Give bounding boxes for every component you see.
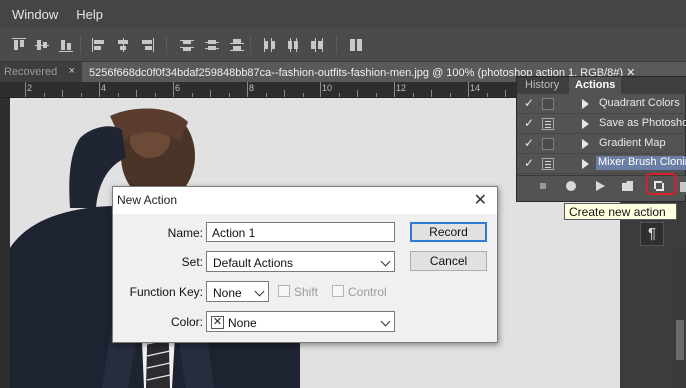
color-dropdown[interactable]: ✕ None xyxy=(206,311,395,332)
ruler-label: 10 xyxy=(322,83,333,93)
distribute-horizontal-centers-icon[interactable] xyxy=(286,38,300,52)
dialog-toggle-box[interactable] xyxy=(542,138,554,150)
function-key-dropdown[interactable]: None xyxy=(206,281,269,302)
new-action-dialog: New Action ✕ Name: Action 1 Set: Default… xyxy=(112,186,498,343)
action-label: Gradient Map xyxy=(599,137,666,149)
close-tab-icon[interactable]: × xyxy=(69,65,75,77)
folder-icon[interactable] xyxy=(622,180,634,192)
ruler-label: 12 xyxy=(396,83,407,93)
record-icon[interactable] xyxy=(565,180,577,192)
scrollbar-thumb[interactable] xyxy=(676,320,684,360)
options-bar xyxy=(0,28,686,62)
action-label: Quadrant Colors xyxy=(599,97,680,109)
menu-window[interactable]: Window xyxy=(0,7,67,22)
chevron-down-icon xyxy=(380,256,391,267)
dialog-toggle-box[interactable] xyxy=(542,98,554,110)
auto-align-layers-icon[interactable] xyxy=(349,38,363,52)
highlight-ring xyxy=(646,173,677,195)
tab-history[interactable]: History xyxy=(519,77,565,94)
color-label: Color: xyxy=(170,315,203,329)
distribute-left-edges-icon[interactable] xyxy=(262,38,276,52)
set-label: Set: xyxy=(181,255,203,269)
distribute-bottom-edges-icon[interactable] xyxy=(230,38,244,52)
ruler-label: 4 xyxy=(101,83,107,93)
play-icon[interactable] xyxy=(594,180,606,192)
close-icon[interactable]: ✕ xyxy=(474,190,487,210)
dialog-toggle-icon[interactable] xyxy=(542,158,554,170)
align-left-edges-icon[interactable] xyxy=(92,38,106,52)
dialog-title-bar[interactable]: New Action ✕ xyxy=(113,187,497,214)
name-field[interactable]: Action 1 xyxy=(206,222,395,242)
record-button[interactable]: Record xyxy=(410,222,487,242)
expand-arrow-icon[interactable] xyxy=(582,139,589,149)
vertical-ruler xyxy=(0,98,10,388)
action-label: Save as Photoshop xyxy=(599,117,686,129)
ruler-label: 8 xyxy=(249,83,255,93)
distribute-top-edges-icon[interactable] xyxy=(180,38,194,52)
panel-tab-bar: History Actions xyxy=(517,77,686,94)
color-value: None xyxy=(228,316,257,330)
action-row-selected[interactable]: ✓ Mixer Brush Cloning xyxy=(517,154,686,174)
checkmark-icon[interactable]: ✓ xyxy=(524,116,536,130)
document-tab-label: Recovered xyxy=(4,66,58,78)
chevron-down-icon xyxy=(380,316,391,327)
ruler-label: 14 xyxy=(470,83,481,93)
control-label: Control xyxy=(348,285,387,299)
align-top-edges-icon[interactable] xyxy=(12,38,26,52)
chevron-down-icon xyxy=(254,286,265,297)
menu-help[interactable]: Help xyxy=(67,7,112,22)
paragraph-panel-icon[interactable]: ¶ xyxy=(640,222,664,246)
checkmark-icon[interactable]: ✓ xyxy=(524,96,536,110)
no-color-swatch-icon: ✕ xyxy=(211,316,224,329)
panel-scrollbar[interactable] xyxy=(674,250,686,388)
expand-arrow-icon[interactable] xyxy=(582,119,589,129)
align-right-edges-icon[interactable] xyxy=(140,38,154,52)
action-row[interactable]: ✓ Save as Photoshop xyxy=(517,114,686,134)
distribute-vertical-centers-icon[interactable] xyxy=(205,38,219,52)
trash-icon[interactable] xyxy=(679,180,686,192)
align-horizontal-centers-icon[interactable] xyxy=(116,38,130,52)
expand-arrow-icon[interactable] xyxy=(582,99,589,109)
menu-bar: Window Help xyxy=(0,0,686,28)
function-key-label: Function Key: xyxy=(129,285,203,299)
tab-actions[interactable]: Actions xyxy=(569,77,622,94)
set-value: Default Actions xyxy=(213,256,294,270)
cancel-button[interactable]: Cancel xyxy=(410,251,487,271)
checkmark-icon[interactable]: ✓ xyxy=(524,136,536,150)
action-label: Mixer Brush Cloning xyxy=(596,156,686,170)
stop-icon[interactable] xyxy=(537,180,549,192)
checkmark-icon[interactable]: ✓ xyxy=(524,156,536,170)
action-row[interactable]: ✓ Gradient Map xyxy=(517,134,686,154)
distribute-right-edges-icon[interactable] xyxy=(310,38,324,52)
shift-label: Shift xyxy=(294,285,319,299)
function-key-value: None xyxy=(213,286,242,300)
set-dropdown[interactable]: Default Actions xyxy=(206,251,395,272)
expand-arrow-icon[interactable] xyxy=(582,159,589,169)
document-tab-recovered[interactable]: Recovered × xyxy=(0,62,82,82)
ruler-label: 2 xyxy=(27,83,33,93)
action-row[interactable]: ✓ Quadrant Colors xyxy=(517,94,686,114)
shift-checkbox[interactable] xyxy=(278,285,290,297)
control-checkbox[interactable] xyxy=(332,285,344,297)
align-bottom-edges-icon[interactable] xyxy=(59,38,73,52)
dialog-toggle-icon[interactable] xyxy=(542,118,554,130)
ruler-label: 6 xyxy=(175,83,181,93)
align-vertical-centers-icon[interactable] xyxy=(35,38,49,52)
name-label: Name: xyxy=(167,226,203,240)
tooltip: Create new action xyxy=(564,203,677,220)
dialog-title: New Action xyxy=(117,193,178,207)
